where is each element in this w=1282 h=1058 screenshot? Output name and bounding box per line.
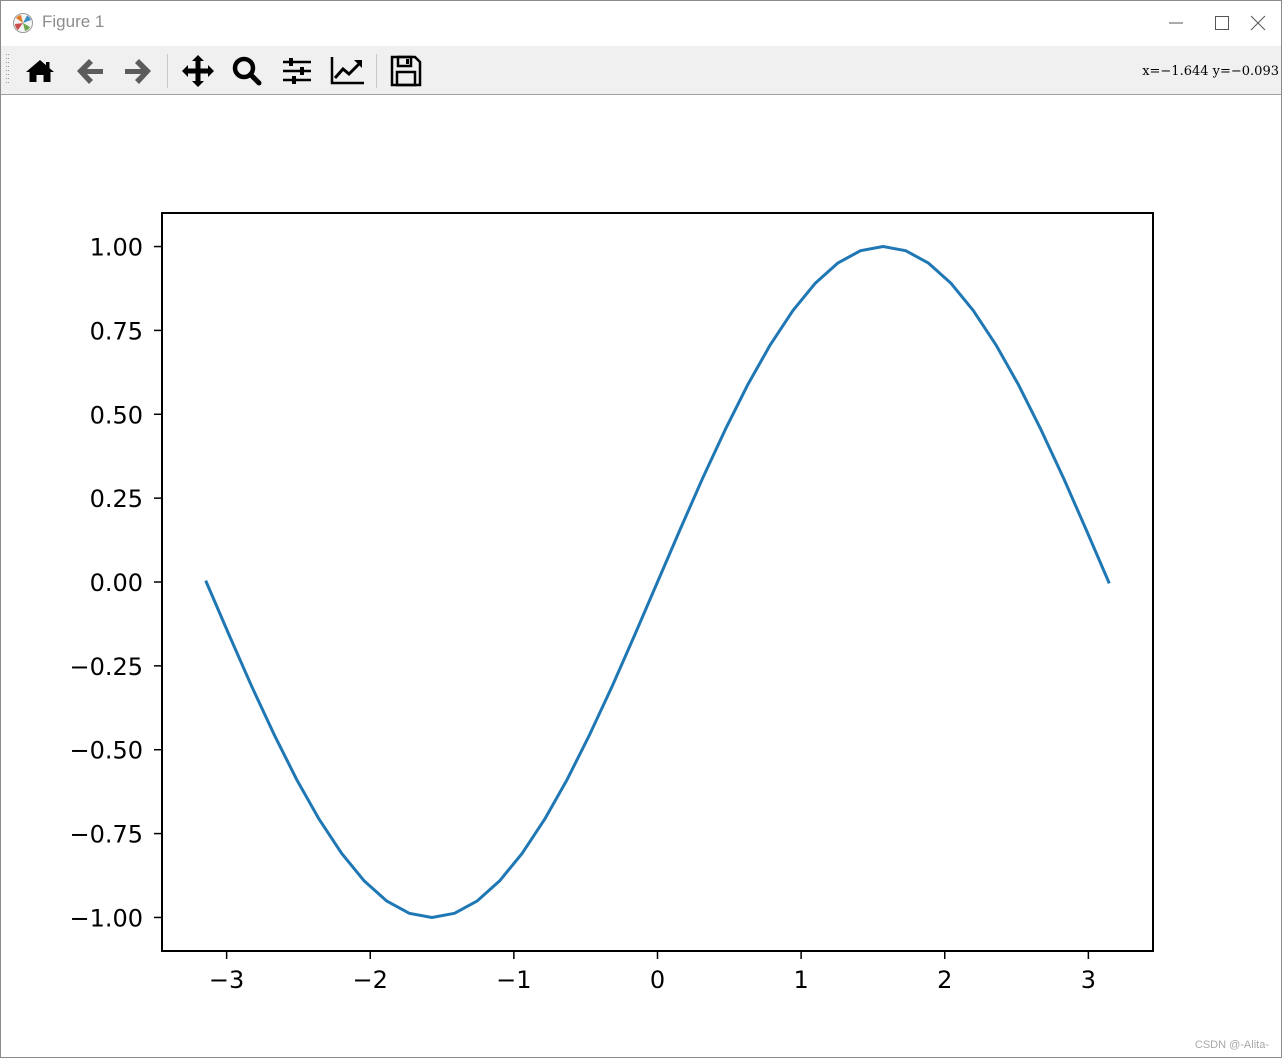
pan-button[interactable] <box>180 54 216 88</box>
figure-window: Figure 1 x=−1.644 y=−0.093 −3 −2 −1 0 1 … <box>0 0 1282 1058</box>
matplotlib-logo-icon <box>13 13 33 33</box>
toolbar-grip[interactable] <box>6 52 10 88</box>
y-tick-label: −0.75 <box>69 821 143 849</box>
watermark: CSDN @-Alita- <box>1194 1039 1269 1051</box>
back-button[interactable] <box>72 54 108 88</box>
home-button[interactable] <box>22 54 58 88</box>
navigation-toolbar: x=−1.644 y=−0.093 <box>1 46 1281 95</box>
figure-canvas[interactable]: −3 −2 −1 0 1 2 3 1.00 0.75 0.50 0.25 0.00 −0.25 −0.50… <box>1 95 1281 1055</box>
toolbar-separator <box>167 54 168 88</box>
toolbar-separator <box>376 54 377 88</box>
zoom-button[interactable] <box>229 54 265 88</box>
y-tick-label: −1.00 <box>69 904 143 932</box>
series-line-0 <box>204 245 1111 919</box>
x-tick-label: −1 <box>496 966 531 994</box>
x-tick-label: 1 <box>793 966 808 994</box>
arrow-left-icon <box>77 59 103 84</box>
move-icon <box>182 55 214 87</box>
window-title: Figure 1 <box>42 12 105 31</box>
y-tick-label: 0.25 <box>90 485 143 513</box>
minimize-icon <box>1169 22 1183 24</box>
home-icon <box>26 60 54 82</box>
line-chart-icon <box>330 57 364 85</box>
floppy-disk-icon <box>390 55 422 87</box>
y-tick-label: −0.50 <box>69 737 143 765</box>
forward-button[interactable] <box>120 54 156 88</box>
y-tick-label: 0.50 <box>90 401 143 429</box>
x-tick-label: 0 <box>650 966 665 994</box>
y-tick-label: −0.25 <box>69 653 143 681</box>
subplots-button[interactable] <box>279 54 315 88</box>
arrow-right-icon <box>125 59 151 84</box>
x-tick-label: 2 <box>937 966 952 994</box>
sliders-icon <box>283 58 311 84</box>
x-tick-label: −2 <box>353 966 388 994</box>
y-tick-label: 0.00 <box>90 569 143 597</box>
save-button[interactable] <box>388 54 424 88</box>
magnifier-icon <box>232 56 262 86</box>
x-tick-label: −3 <box>209 966 244 994</box>
title-bar[interactable]: Figure 1 <box>1 1 1281 46</box>
edit-axes-button[interactable] <box>329 54 365 88</box>
close-button[interactable] <box>1235 1 1281 46</box>
maximize-icon <box>1215 16 1229 30</box>
y-tick-label: 0.75 <box>90 317 143 345</box>
cursor-coordinates: x=−1.644 y=−0.093 <box>1142 64 1279 79</box>
y-tick-label: 1.00 <box>90 234 143 262</box>
close-icon <box>1250 15 1266 31</box>
minimize-button[interactable] <box>1153 1 1199 46</box>
x-tick-label: 3 <box>1081 966 1096 994</box>
